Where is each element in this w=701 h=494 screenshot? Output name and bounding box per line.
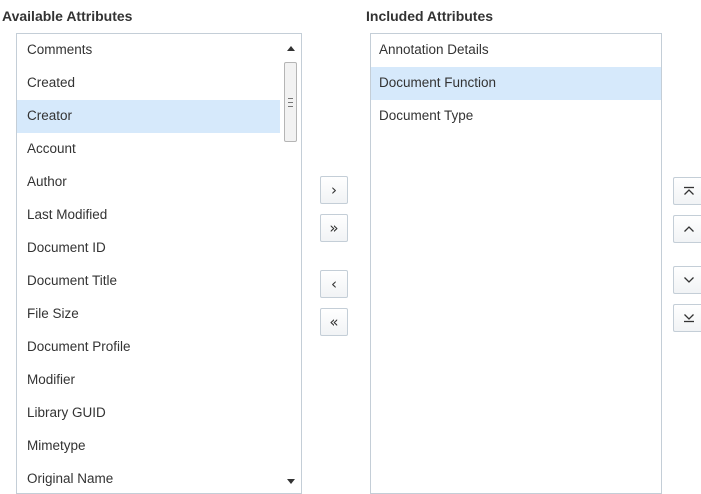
move-top-icon [683,186,695,196]
chevron-up-icon [683,225,695,233]
available-list-items: Comments Created Creator Account Author Last … [17,34,301,493]
move-selected-right-button[interactable]: › [320,176,348,204]
available-attributes-list[interactable]: Comments Created Creator Account Author Last … [16,33,302,494]
available-item-comments[interactable]: Comments [17,34,280,67]
available-item-creator[interactable]: Creator [17,100,280,133]
available-item-library-guid[interactable]: Library GUID [17,397,280,430]
included-attributes-list[interactable]: Annotation Details Document Function Docum… [370,33,662,494]
double-chevron-left-icon: « [329,312,339,331]
available-item-original-name[interactable]: Original Name [17,463,280,493]
available-item-document-id[interactable]: Document ID [17,232,280,265]
chevron-right-icon: › [331,180,337,199]
move-up-button[interactable] [673,215,701,243]
move-to-bottom-button[interactable] [673,304,701,332]
available-item-file-size[interactable]: File Size [17,298,280,331]
move-bottom-icon [683,313,695,323]
grip-icon [288,97,293,107]
move-selected-left-button[interactable]: ‹ [320,270,348,298]
available-attributes-heading: Available Attributes [2,8,133,24]
available-item-document-title[interactable]: Document Title [17,265,280,298]
included-attributes-heading: Included Attributes [366,8,494,24]
move-all-left-button[interactable]: « [320,308,348,336]
chevron-left-icon: ‹ [331,274,337,293]
move-all-right-button[interactable]: » [320,214,348,242]
available-item-account[interactable]: Account [17,133,280,166]
scroll-down-arrow-icon[interactable] [281,471,301,491]
available-item-mimetype[interactable]: Mimetype [17,430,280,463]
included-item-document-function[interactable]: Document Function [371,67,661,100]
available-item-last-modified[interactable]: Last Modified [17,199,280,232]
chevron-down-icon [683,276,695,284]
move-to-top-button[interactable] [673,177,701,205]
scroll-thumb[interactable] [284,62,297,142]
double-chevron-right-icon: » [329,218,339,237]
move-down-button[interactable] [673,266,701,294]
included-list-items: Annotation Details Document Function Docum… [371,34,661,133]
available-item-modifier[interactable]: Modifier [17,364,280,397]
available-item-created[interactable]: Created [17,67,280,100]
shuttle-widget: Available Attributes Included Attributes… [0,0,701,494]
vertical-scrollbar[interactable] [281,34,301,493]
included-item-document-type[interactable]: Document Type [371,100,661,133]
included-item-annotation-details[interactable]: Annotation Details [371,34,661,67]
scroll-up-arrow-icon[interactable] [281,38,301,58]
available-item-author[interactable]: Author [17,166,280,199]
available-item-document-profile[interactable]: Document Profile [17,331,280,364]
